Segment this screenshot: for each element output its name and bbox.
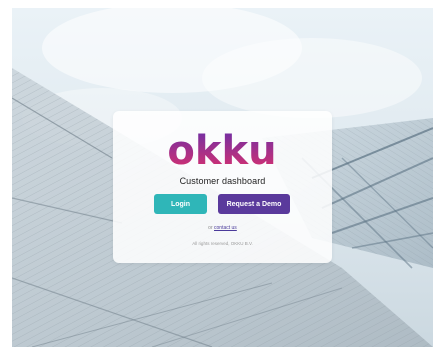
- page-subtitle: Customer dashboard: [179, 176, 266, 186]
- contact-us-link[interactable]: contact us: [214, 225, 237, 231]
- request-demo-button[interactable]: Request a Demo: [218, 194, 290, 214]
- okku-logo: okku: [167, 131, 276, 171]
- login-page: okku Customer dashboard Login Request a …: [0, 0, 433, 347]
- rights-text: All rights reserved, OKKU B.V.: [192, 241, 253, 246]
- contact-line: or contact us: [113, 225, 332, 231]
- contact-prefix: or: [208, 225, 213, 231]
- login-button[interactable]: Login: [154, 194, 207, 214]
- logo-text: okku: [167, 131, 276, 171]
